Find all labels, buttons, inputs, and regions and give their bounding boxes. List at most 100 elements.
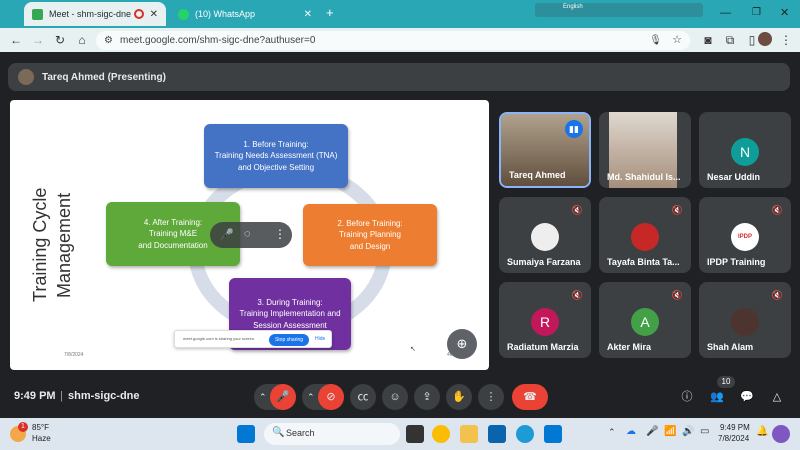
mic-tray-icon[interactable]: 🎤 — [646, 426, 658, 437]
mic-group: ⌃ 🎤 — [254, 384, 296, 410]
minimize-button[interactable]: — — [720, 7, 731, 19]
participant-tile[interactable]: 🔇 Shah Alam — [699, 282, 791, 358]
chat-icon[interactable]: 💬 — [736, 384, 758, 410]
people-count-badge: 10 — [717, 376, 735, 388]
windows-taskbar: 1 85°F Haze 🔍 Search ⌃ ☁ 🎤 📶 🔊 ▭ 9:49 PM… — [0, 418, 800, 450]
participant-tile[interactable]: 🔇 Tayafa Binta Ta... — [599, 197, 691, 273]
leave-call-button[interactable]: ☎ — [512, 384, 548, 410]
participant-avatar — [731, 308, 759, 336]
muted-mic-icon: 🔇 — [771, 205, 783, 215]
slide: Training Cycle Management 1. Before Trai… — [10, 100, 489, 370]
tab-meet[interactable]: Meet - shm-sigc-dne ✕ — [24, 2, 166, 26]
wifi-icon[interactable]: 📶 — [664, 426, 676, 437]
bookmark-star-icon[interactable]: ☆ — [672, 31, 682, 50]
address-bar[interactable]: ⚙ meet.google.com/shm-sigc-dne?authuser=… — [96, 31, 690, 50]
volume-icon[interactable]: 🔊 — [682, 426, 694, 437]
close-window-button[interactable]: ✕ — [780, 6, 789, 19]
show-hidden-icons-icon[interactable]: ⌃ — [608, 427, 616, 438]
camera-off-button[interactable]: ⊘ — [318, 384, 344, 410]
participant-avatar: IPDP — [731, 223, 759, 251]
participant-tile[interactable]: N Nesar Uddin — [699, 112, 791, 188]
participant-tile[interactable]: 🔇 A Akter Mira — [599, 282, 691, 358]
participant-tile[interactable]: Md. Shahidul Is... — [599, 112, 691, 188]
activities-icon[interactable]: △ — [766, 384, 788, 410]
more-options-icon[interactable]: ⋮ — [274, 227, 286, 241]
site-info-icon[interactable]: ⚙ — [104, 31, 113, 50]
muted-mic-icon: 🔇 — [771, 290, 783, 300]
extensions-icon[interactable]: ⧉ — [722, 32, 738, 48]
participant-tile[interactable]: ▮▮ Tareq Ahmed — [499, 112, 591, 188]
task-view-icon[interactable] — [406, 425, 424, 443]
muted-mic-icon: 🔇 — [571, 205, 583, 215]
forward-icon[interactable]: → — [30, 32, 46, 48]
copilot-icon[interactable] — [772, 425, 790, 443]
edge-icon[interactable] — [516, 425, 534, 443]
camera-group: ⌃ ⊘ — [302, 384, 344, 410]
mic-options-chevron-icon[interactable]: ⌃ — [259, 384, 267, 410]
browser-toolbar: ← → ↻ ⌂ ⚙ meet.google.com/shm-sigc-dne?a… — [0, 28, 800, 52]
reload-icon[interactable]: ↻ — [52, 32, 68, 48]
participant-tile[interactable]: 🔇 Sumaiya Farzana — [499, 197, 591, 273]
hide-notice-button[interactable]: Hide — [315, 336, 325, 342]
back-icon[interactable]: ← — [8, 32, 24, 48]
meeting-info-icon[interactable]: ⓘ — [676, 384, 698, 410]
taskbar-search[interactable]: 🔍 Search — [264, 423, 400, 445]
notifications-bell-icon[interactable]: 🔔 — [756, 426, 768, 437]
mouse-cursor-icon: ↖ — [410, 346, 416, 353]
muted-mic-icon: 🔇 — [671, 290, 683, 300]
tile-hover-controls: 🎤 ◌ ⋮ — [210, 222, 292, 248]
start-menu-icon[interactable] — [237, 425, 255, 443]
participant-avatar — [631, 223, 659, 251]
speaking-indicator-icon: ▮▮ — [565, 120, 583, 138]
reactions-button[interactable]: ☺ — [382, 384, 408, 410]
microphone-icon[interactable]: 🎙 — [649, 31, 662, 50]
camera-options-chevron-icon[interactable]: ⌃ — [307, 384, 315, 410]
clock-time[interactable]: 9:49 PM — [720, 423, 750, 432]
recording-icon — [134, 9, 144, 19]
close-tab-icon[interactable]: ✕ — [304, 9, 312, 20]
new-tab-button[interactable]: + — [326, 5, 334, 20]
captions-button[interactable]: ㏄ — [350, 384, 376, 410]
maximize-button[interactable]: ❐ — [752, 7, 761, 18]
presenter-avatar — [18, 69, 34, 85]
camera-icon[interactable]: ◙ — [700, 32, 716, 48]
onedrive-icon[interactable]: ☁ — [626, 426, 636, 437]
shared-screen: Training Cycle Management 1. Before Trai… — [10, 100, 489, 370]
outlook-icon[interactable] — [488, 425, 506, 443]
meeting-code: shm-sigc-dne — [68, 390, 140, 402]
slide-date: 7/8/2024 — [64, 352, 84, 358]
stop-sharing-button[interactable]: Stop sharing — [269, 334, 309, 346]
raise-hand-button[interactable]: ✋ — [446, 384, 472, 410]
menu-icon[interactable]: ⋮ — [778, 32, 794, 48]
language-toolbar: English — [535, 3, 703, 17]
mic-off-button[interactable]: 🎤 — [270, 384, 296, 410]
participant-avatar: N — [731, 138, 759, 166]
meet-favicon-icon — [32, 8, 43, 20]
battery-icon[interactable]: ▭ — [700, 426, 709, 437]
meeting-time: 9:49 PM — [14, 390, 56, 402]
close-tab-icon[interactable]: ✕ — [150, 9, 158, 20]
clock-date[interactable]: 7/8/2024 — [718, 434, 749, 443]
hide-video-icon[interactable]: ◌ — [244, 228, 251, 240]
participant-avatar: R — [531, 308, 559, 336]
notification-badge: 1 — [18, 422, 28, 432]
profile-avatar[interactable] — [758, 32, 772, 46]
cycle-step-2: 2. Before Training: Training Planning an… — [303, 204, 437, 266]
slide-title: Training Cycle Management — [30, 187, 74, 302]
muted-mic-icon: 🔇 — [571, 290, 583, 300]
mute-participant-icon[interactable]: 🎤 — [220, 228, 234, 241]
browser-tab-bar: Meet - shm-sigc-dne ✕ (10) WhatsApp ✕ + … — [0, 0, 800, 28]
present-button[interactable]: ⇪ — [414, 384, 440, 410]
chrome-icon[interactable] — [432, 425, 450, 443]
zoom-button[interactable]: ⊕ — [447, 329, 477, 359]
participant-tile[interactable]: 🔇 R Radiatum Marzia — [499, 282, 591, 358]
more-options-button[interactable]: ⋮ — [478, 384, 504, 410]
tab-whatsapp[interactable]: (10) WhatsApp ✕ — [170, 2, 320, 26]
participant-tile[interactable]: 🔇 IPDP IPDP Training — [699, 197, 791, 273]
store-icon[interactable] — [544, 425, 562, 443]
file-explorer-icon[interactable] — [460, 425, 478, 443]
screen-share-notice: meet.google.com is sharing your screen. … — [174, 330, 332, 348]
participant-avatar: A — [631, 308, 659, 336]
muted-mic-icon: 🔇 — [671, 205, 683, 215]
home-icon[interactable]: ⌂ — [74, 32, 90, 48]
